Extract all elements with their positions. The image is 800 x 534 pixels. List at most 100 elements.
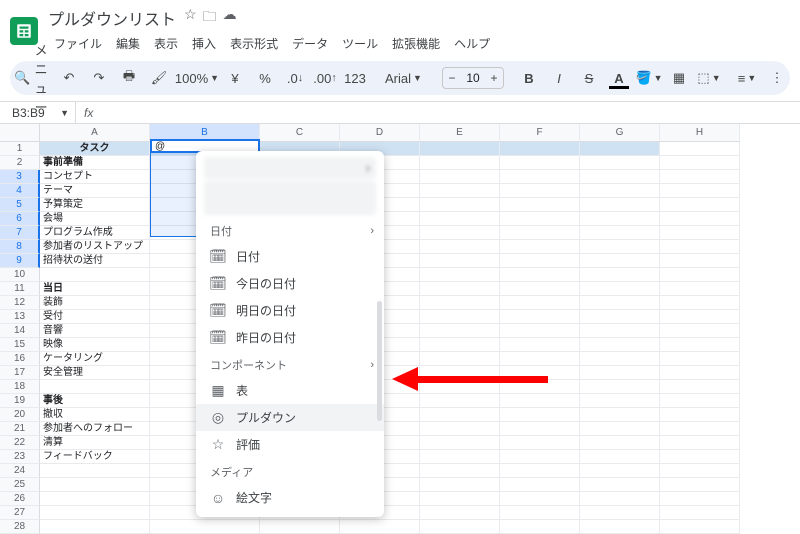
cell-G17[interactable] — [580, 366, 660, 380]
bold-button[interactable]: B — [516, 65, 542, 91]
cell-G2[interactable] — [580, 156, 660, 170]
cell-F21[interactable] — [500, 422, 580, 436]
cell-E10[interactable] — [420, 268, 500, 282]
cell-H24[interactable] — [660, 464, 740, 478]
popup-scrollbar[interactable] — [377, 301, 382, 421]
cell-G19[interactable] — [580, 394, 660, 408]
row-header-8[interactable]: 8 — [0, 240, 40, 254]
cell-A13[interactable]: 受付 — [40, 310, 150, 324]
cell-F2[interactable] — [500, 156, 580, 170]
horizontal-align-button[interactable]: ≡▼ — [734, 65, 760, 91]
menu-ファイル[interactable]: ファイル — [48, 32, 108, 55]
cell-G23[interactable] — [580, 450, 660, 464]
row-header-1[interactable]: 1 — [0, 142, 40, 156]
cell-F19[interactable] — [500, 394, 580, 408]
popup-item-日付[interactable]: 🗓日付 — [196, 243, 384, 270]
cell-F9[interactable] — [500, 254, 580, 268]
cell-E19[interactable] — [420, 394, 500, 408]
move-icon[interactable]: 🗀 — [203, 6, 217, 30]
cell-E24[interactable] — [420, 464, 500, 478]
menu-search[interactable]: 🔍 メニュー — [18, 65, 44, 91]
cell-H14[interactable] — [660, 324, 740, 338]
cell-F23[interactable] — [500, 450, 580, 464]
cell-H22[interactable] — [660, 436, 740, 450]
cell-H25[interactable] — [660, 478, 740, 492]
cell-H1[interactable] — [660, 142, 740, 156]
font-size-increase[interactable]: + — [485, 71, 503, 85]
font-family-select[interactable]: Arial▼ — [380, 65, 430, 91]
cell-E11[interactable] — [420, 282, 500, 296]
cell-F20[interactable] — [500, 408, 580, 422]
cell-H13[interactable] — [660, 310, 740, 324]
cell-A20[interactable]: 撤収 — [40, 408, 150, 422]
cell-E1[interactable] — [420, 142, 500, 156]
col-header-E[interactable]: E — [420, 124, 500, 142]
cell-H23[interactable] — [660, 450, 740, 464]
cell-F26[interactable] — [500, 492, 580, 506]
merge-button[interactable]: ⬚▼ — [696, 65, 722, 91]
cell-F7[interactable] — [500, 226, 580, 240]
cell-H21[interactable] — [660, 422, 740, 436]
col-header-C[interactable]: C — [260, 124, 340, 142]
cell-A18[interactable] — [40, 380, 150, 394]
row-header-11[interactable]: 11 — [0, 282, 40, 296]
cell-E13[interactable] — [420, 310, 500, 324]
cell-F16[interactable] — [500, 352, 580, 366]
font-size-stepper[interactable]: − 10 + — [442, 67, 504, 89]
print-button[interactable]: 🖶 — [116, 65, 142, 91]
cell-H2[interactable] — [660, 156, 740, 170]
row-header-20[interactable]: 20 — [0, 408, 40, 422]
cell-A25[interactable] — [40, 478, 150, 492]
row-header-25[interactable]: 25 — [0, 478, 40, 492]
cell-H16[interactable] — [660, 352, 740, 366]
cell-E2[interactable] — [420, 156, 500, 170]
row-header-19[interactable]: 19 — [0, 394, 40, 408]
cell-G4[interactable] — [580, 184, 660, 198]
cell-E27[interactable] — [420, 506, 500, 520]
cell-G28[interactable] — [580, 520, 660, 534]
cell-H11[interactable] — [660, 282, 740, 296]
select-all-corner[interactable] — [0, 124, 40, 142]
row-header-15[interactable]: 15 — [0, 338, 40, 352]
popup-item-絵文字[interactable]: ☺絵文字 — [196, 484, 384, 511]
row-header-23[interactable]: 23 — [0, 450, 40, 464]
cell-G25[interactable] — [580, 478, 660, 492]
cell-F15[interactable] — [500, 338, 580, 352]
toolbar-overflow[interactable]: ⋮ — [764, 65, 790, 91]
cell-F24[interactable] — [500, 464, 580, 478]
cell-A23[interactable]: フィードバック — [40, 450, 150, 464]
star-icon[interactable]: ☆ — [184, 6, 197, 30]
menu-ヘルプ[interactable]: ヘルプ — [448, 32, 496, 55]
col-header-G[interactable]: G — [580, 124, 660, 142]
row-header-6[interactable]: 6 — [0, 212, 40, 226]
undo-button[interactable]: ↶ — [56, 65, 82, 91]
row-header-3[interactable]: 3 — [0, 170, 40, 184]
cell-E23[interactable] — [420, 450, 500, 464]
cell-G1[interactable] — [580, 142, 660, 156]
popup-item-明日の日付[interactable]: 🗓明日の日付 — [196, 297, 384, 324]
decrease-decimal[interactable]: .0↓ — [282, 65, 308, 91]
cell-H4[interactable] — [660, 184, 740, 198]
row-header-14[interactable]: 14 — [0, 324, 40, 338]
borders-button[interactable]: ▦ — [666, 65, 692, 91]
cell-A15[interactable]: 映像 — [40, 338, 150, 352]
cell-E12[interactable] — [420, 296, 500, 310]
cell-A2[interactable]: 事前準備 — [40, 156, 150, 170]
cell-A14[interactable]: 音響 — [40, 324, 150, 338]
menu-表示[interactable]: 表示 — [148, 32, 184, 55]
popup-blurred-item[interactable]: ⠀⠀⠀⠀› — [204, 157, 376, 179]
cell-A17[interactable]: 安全管理 — [40, 366, 150, 380]
cell-G14[interactable] — [580, 324, 660, 338]
cell-E16[interactable] — [420, 352, 500, 366]
cell-F14[interactable] — [500, 324, 580, 338]
cell-G20[interactable] — [580, 408, 660, 422]
cell-G12[interactable] — [580, 296, 660, 310]
cell-G16[interactable] — [580, 352, 660, 366]
redo-button[interactable]: ↷ — [86, 65, 112, 91]
cell-F6[interactable] — [500, 212, 580, 226]
popup-item-評価[interactable]: ☆評価 — [196, 431, 384, 458]
more-formats[interactable]: 123 — [342, 65, 368, 91]
cell-H15[interactable] — [660, 338, 740, 352]
row-header-21[interactable]: 21 — [0, 422, 40, 436]
col-header-D[interactable]: D — [340, 124, 420, 142]
